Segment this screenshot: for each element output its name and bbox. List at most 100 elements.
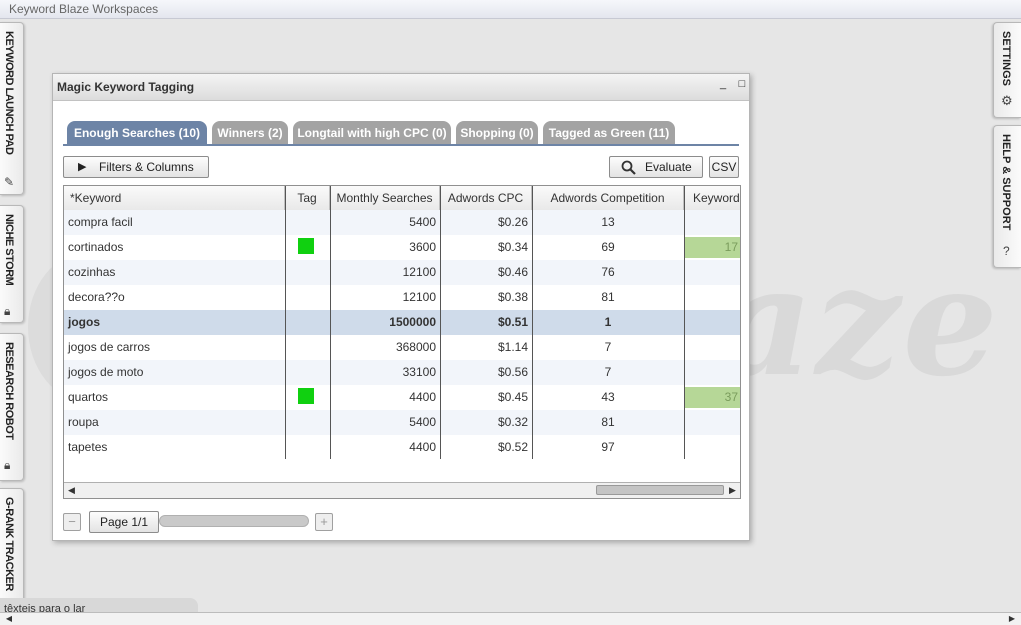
filters-columns-button[interactable]: ▶ Filters & Columns — [63, 156, 209, 178]
table-row[interactable]: jogos de moto 33100 $0.56 7 — [64, 360, 740, 385]
cell-monthly-searches: 5400 — [409, 215, 436, 229]
column-header-adwords-competition[interactable]: Adwords Competition — [532, 186, 684, 210]
gear-icon: ⚙ — [1001, 93, 1013, 108]
page-horizontal-scrollbar[interactable]: ◀ ▶ — [0, 612, 1021, 625]
cell-tag — [285, 385, 330, 410]
table-row[interactable]: cozinhas 12100 $0.46 76 — [64, 260, 740, 285]
cell-keyword: compra facil — [68, 215, 133, 229]
column-header-adwords-cpc[interactable]: Adwords CPC — [440, 186, 532, 210]
next-page-button[interactable]: + — [315, 513, 333, 531]
cell-adwords-cpc: $0.51 — [497, 315, 528, 329]
right-tab-label: HELP & SUPPORT — [1000, 134, 1012, 231]
scroll-left-icon[interactable]: ◀ — [2, 613, 16, 625]
cell-keyword: tapetes — [68, 440, 108, 454]
maximize-button[interactable]: □ — [736, 78, 748, 90]
left-tab-keyword-launch-pad[interactable]: KEYWORD LAUNCH PAD ✎ — [0, 22, 24, 195]
left-tab-g-rank-tracker[interactable]: G-RANK TRACKER — [0, 488, 24, 602]
cell-tag — [285, 260, 330, 285]
magic-keyword-tagging-window: Magic Keyword Tagging _ □ Enough Searche… — [52, 73, 750, 541]
left-tab-niche-storm[interactable]: NICHE STORM 🔒︎ — [0, 205, 24, 323]
tab-longtail-high-cpc[interactable]: Longtail with high CPC (0) — [293, 121, 451, 145]
green-tag-marker[interactable] — [298, 388, 314, 404]
left-tab-label: NICHE STORM — [3, 214, 15, 286]
cell-adwords-cpc: $0.26 — [497, 215, 528, 229]
csv-button[interactable]: CSV — [709, 156, 739, 178]
scroll-thumb[interactable] — [596, 485, 724, 495]
column-divider — [330, 186, 331, 459]
cell-keyword: cozinhas — [68, 265, 116, 279]
evaluate-button[interactable]: Evaluate — [609, 156, 703, 178]
cell-adwords-competition: 69 — [601, 240, 615, 254]
left-tab-research-robot[interactable]: RESEARCH ROBOT 🔒︎ — [0, 333, 24, 481]
column-header-keyword-score[interactable]: Keyword — [684, 186, 740, 210]
cell-keyword: decora??o — [68, 290, 125, 304]
column-header-monthly-searches[interactable]: Monthly Searches — [330, 186, 440, 210]
cell-adwords-competition: 7 — [604, 365, 612, 379]
cell-monthly-searches: 1500000 — [389, 315, 436, 329]
cell-adwords-cpc: $0.46 — [497, 265, 528, 279]
window-title: Magic Keyword Tagging — [57, 80, 195, 94]
cell-keyword-score — [684, 310, 740, 335]
scroll-track[interactable] — [80, 485, 596, 495]
column-header-keyword[interactable]: *Keyword — [64, 186, 285, 210]
column-header-tag[interactable]: Tag — [285, 186, 330, 210]
scroll-right-icon[interactable]: ▶ — [1005, 613, 1019, 625]
cell-keyword-score — [684, 335, 740, 360]
minimize-button[interactable]: _ — [717, 78, 729, 90]
right-tab-help-support[interactable]: HELP & SUPPORT ? — [993, 125, 1021, 268]
cell-keyword: jogos de carros — [68, 340, 151, 354]
cell-monthly-searches: 5400 — [409, 415, 436, 429]
cell-adwords-cpc: $1.14 — [497, 340, 528, 354]
grid-header: *Keyword Tag Monthly Searches Adwords CP… — [64, 186, 740, 211]
scroll-left-icon[interactable]: ◀ — [64, 483, 79, 497]
table-row[interactable]: tapetes 4400 $0.52 97 — [64, 435, 740, 460]
cell-tag — [285, 210, 330, 235]
lock-icon: 🔒︎ — [4, 304, 11, 318]
cell-adwords-cpc: $0.32 — [497, 415, 528, 429]
evaluate-label: Evaluate — [645, 160, 692, 174]
cell-adwords-competition: 76 — [601, 265, 615, 279]
cell-adwords-competition: 81 — [601, 415, 615, 429]
cell-adwords-cpc: $0.45 — [497, 390, 528, 404]
page-indicator[interactable]: Page 1/1 — [89, 511, 159, 533]
cell-monthly-searches: 4400 — [409, 440, 436, 454]
cell-adwords-competition: 43 — [601, 390, 615, 404]
app-title-bar: Keyword Blaze Workspaces — [0, 0, 1021, 19]
cell-tag — [285, 235, 330, 260]
table-row[interactable]: compra facil 5400 $0.26 13 — [64, 210, 740, 235]
table-row[interactable]: jogos 1500000 $0.51 1 — [64, 310, 740, 335]
right-tab-settings[interactable]: SETTINGS ⚙ — [993, 22, 1021, 118]
cell-tag — [285, 360, 330, 385]
cell-keyword: roupa — [68, 415, 99, 429]
cell-tag — [285, 410, 330, 435]
table-row[interactable]: cortinados 3600 $0.34 69 17 — [64, 235, 740, 260]
table-row[interactable]: decora??o 12100 $0.38 81 — [64, 285, 740, 310]
cell-tag — [285, 285, 330, 310]
keyword-score-bar: 37 — [684, 387, 740, 408]
cell-keyword: jogos de moto — [68, 365, 144, 379]
column-divider — [285, 186, 286, 459]
table-row[interactable]: roupa 5400 $0.32 81 — [64, 410, 740, 435]
green-tag-marker[interactable] — [298, 238, 314, 254]
column-divider — [532, 186, 533, 459]
left-tab-label: KEYWORD LAUNCH PAD — [3, 31, 15, 155]
tab-tagged-as-green[interactable]: Tagged as Green (11) — [543, 121, 675, 145]
cell-tag — [285, 310, 330, 335]
cell-adwords-cpc: $0.38 — [497, 290, 528, 304]
left-tab-label: G-RANK TRACKER — [3, 497, 15, 591]
tab-shopping[interactable]: Shopping (0) — [456, 121, 538, 145]
scroll-right-icon[interactable]: ▶ — [725, 483, 740, 497]
tab-winners[interactable]: Winners (2) — [212, 121, 288, 145]
tab-enough-searches[interactable]: Enough Searches (10) — [67, 121, 207, 145]
previous-page-button[interactable]: − — [63, 513, 81, 531]
cell-adwords-cpc: $0.56 — [497, 365, 528, 379]
right-tab-label: SETTINGS — [1000, 31, 1012, 87]
cell-keyword-score: 37 — [684, 385, 740, 410]
table-row[interactable]: jogos de carros 368000 $1.14 7 — [64, 335, 740, 360]
cell-keyword-score: 17 — [684, 235, 740, 260]
tab-underline — [63, 144, 739, 146]
column-divider — [684, 186, 685, 459]
table-row[interactable]: quartos 4400 $0.45 43 37 — [64, 385, 740, 410]
cell-keyword-score — [684, 210, 740, 235]
grid-horizontal-scrollbar[interactable]: ◀ ▶ — [64, 482, 740, 498]
